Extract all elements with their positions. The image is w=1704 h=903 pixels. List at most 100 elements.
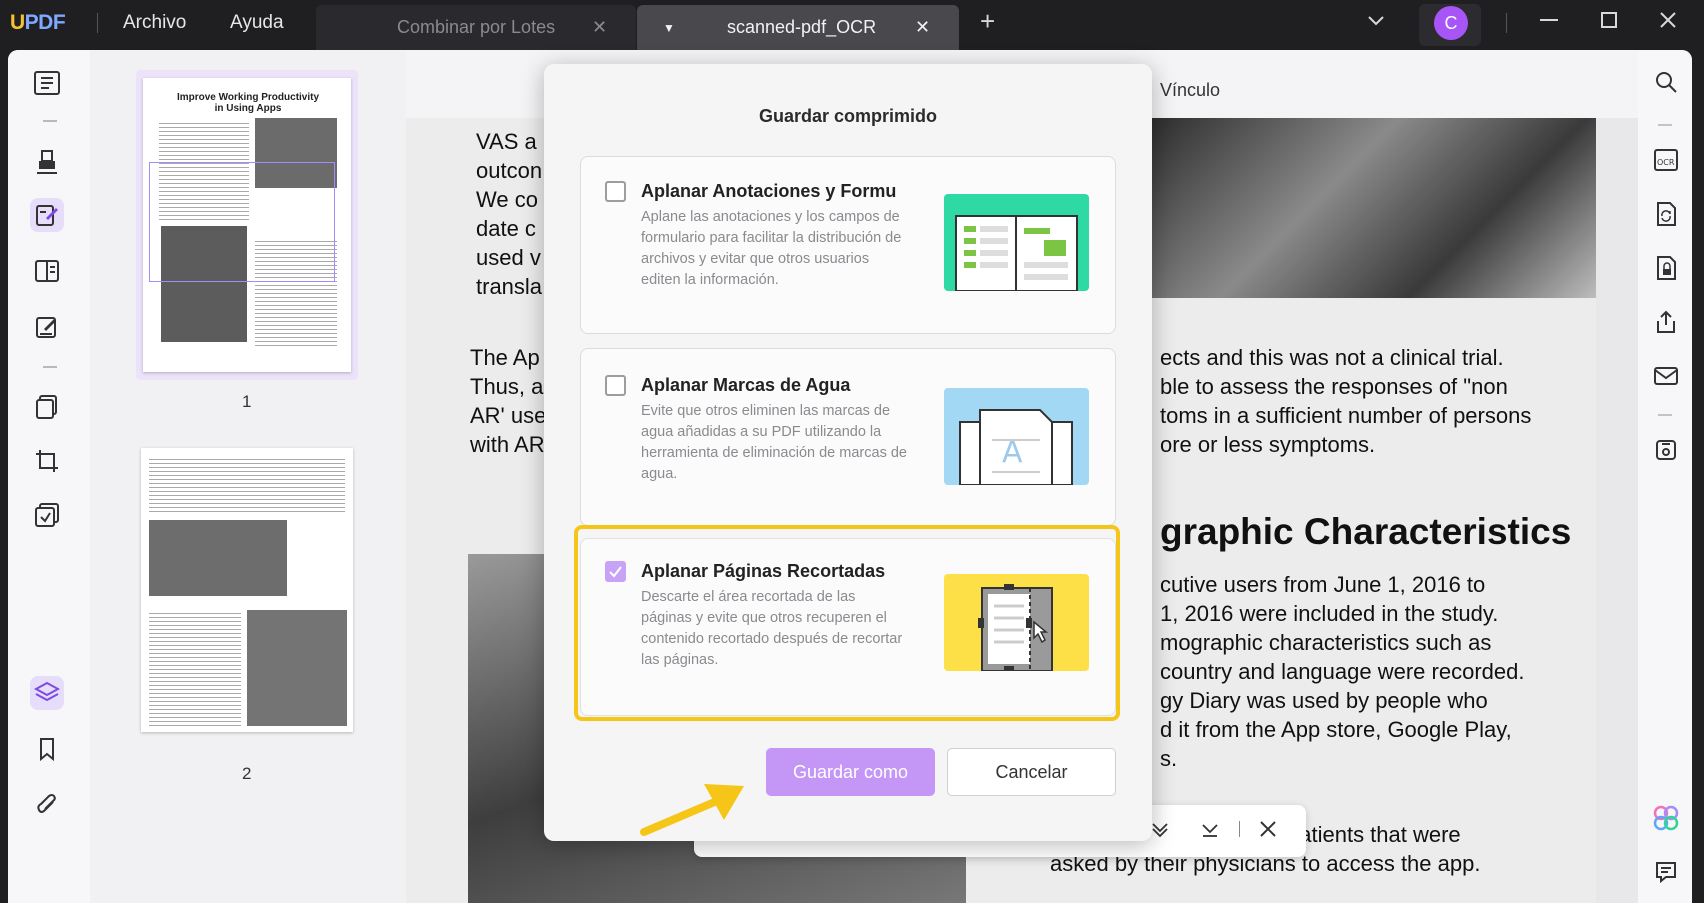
option-description: Aplane las anotaciones y los campos de f… xyxy=(641,209,902,288)
close-icon[interactable]: ✕ xyxy=(592,17,607,38)
thumbnail-page-2[interactable] xyxy=(141,448,353,732)
title-bar: UPDF Archivo Ayuda Combinar por Lotes ✕ … xyxy=(0,0,1704,50)
edit-icon[interactable] xyxy=(30,198,64,232)
updf-logo: UPDF xyxy=(10,11,66,34)
pages-icon[interactable] xyxy=(30,390,64,424)
tab-scanned-pdf-ocr[interactable]: ▼ scanned-pdf_OCR ✕ xyxy=(637,5,959,50)
right-toolbar: OCR xyxy=(1638,50,1692,903)
text-fragment: with AR xyxy=(470,432,545,457)
bookmark-icon[interactable] xyxy=(30,732,64,766)
highlighter-icon[interactable] xyxy=(30,144,64,178)
text-fragment: The Ap xyxy=(470,345,540,370)
pointer-arrow-icon xyxy=(640,784,744,836)
share-icon[interactable] xyxy=(1652,308,1680,336)
chevron-down-icon[interactable] xyxy=(1366,10,1386,36)
text-fragment: transla xyxy=(476,274,543,299)
left-toolbar xyxy=(8,50,90,903)
divider xyxy=(97,13,98,33)
close-icon[interactable] xyxy=(1258,819,1278,844)
thumbnail-text-lines xyxy=(149,456,345,514)
page-number: 1 xyxy=(242,392,252,411)
text-line: s. xyxy=(1160,746,1178,771)
close-window-icon[interactable] xyxy=(1658,10,1678,36)
text-line: gy Diary was used by people who xyxy=(1160,688,1488,713)
tab-label: Combinar por Lotes xyxy=(397,17,556,37)
thumbnail-title: Improve Working Productivity in Using Ap… xyxy=(176,92,320,114)
thumbnail-panel: Improve Working Productivity in Using Ap… xyxy=(90,50,406,903)
divider xyxy=(1658,414,1672,416)
cancel-button[interactable]: Cancelar xyxy=(947,748,1116,796)
text-line: toms in a sufficient number of persons xyxy=(1160,403,1532,428)
protect-icon[interactable] xyxy=(1652,254,1680,282)
divider xyxy=(1506,13,1507,33)
text-line: d it from the App store, Google Play, xyxy=(1160,717,1512,742)
text-fragment: outcon xyxy=(476,158,543,183)
checkbox[interactable] xyxy=(605,375,626,396)
divider xyxy=(43,366,57,368)
text-fragment: VAS a xyxy=(476,129,537,154)
new-tab-icon[interactable]: + xyxy=(980,6,995,37)
email-icon[interactable] xyxy=(1652,362,1680,390)
thumbnail-crop-box xyxy=(149,162,335,282)
text-fragment: AR' use xyxy=(470,403,547,428)
highlight-frame xyxy=(574,525,1120,721)
thumbnail-text-lines xyxy=(149,610,241,726)
thumbnail-photo xyxy=(149,520,287,596)
option-description: Evite que otros eliminen las marcas de a… xyxy=(641,403,907,482)
watermark-illustration-icon: A xyxy=(944,388,1089,485)
option-card-flatten-annotations[interactable]: Aplanar Anotaciones y Formulario Aplane … xyxy=(580,156,1116,334)
search-icon[interactable] xyxy=(1652,68,1680,96)
text-line: cutive users from June 1, 2016 to xyxy=(1160,572,1486,597)
text-line: mographic characteristics such as xyxy=(1160,630,1492,655)
checkbox[interactable] xyxy=(605,181,626,202)
comment-icon[interactable] xyxy=(1652,858,1680,886)
save-icon[interactable] xyxy=(1652,436,1680,464)
dialog-title: Guardar comprimido xyxy=(758,106,938,126)
ai-assistant-icon[interactable] xyxy=(1652,804,1680,832)
page-number: 2 xyxy=(242,764,252,783)
minimize-icon[interactable] xyxy=(1538,8,1560,36)
text-line: country and language were recorded. xyxy=(1160,659,1525,684)
dropdown-icon[interactable]: ▼ xyxy=(663,21,675,35)
maximize-icon[interactable] xyxy=(1599,10,1619,36)
divider xyxy=(1658,124,1672,126)
svg-text:OCR: OCR xyxy=(1657,158,1675,167)
organize-pages-icon[interactable] xyxy=(30,254,64,288)
text-fragment: We co xyxy=(476,187,538,212)
avatar[interactable]: C xyxy=(1434,6,1468,40)
text-fragment: date c xyxy=(476,216,536,241)
next-result-icon[interactable] xyxy=(1200,819,1220,844)
menu-archivo[interactable]: Archivo xyxy=(123,12,186,34)
attachment-icon[interactable] xyxy=(30,788,64,822)
save-as-button[interactable]: Guardar como xyxy=(766,748,935,796)
thumbnail-photo xyxy=(247,610,347,726)
form-icon[interactable] xyxy=(30,310,64,344)
ocr-icon[interactable]: OCR xyxy=(1652,146,1680,174)
save-compressed-dialog: Guardar comprimido Aplanar Anotaciones y… xyxy=(544,64,1152,841)
section-heading: graphic Characteristics xyxy=(1160,511,1572,552)
option-card-flatten-watermarks[interactable]: Aplanar Marcas de Agua Evite que otros e… xyxy=(580,348,1116,526)
tab-combinar-por-lotes[interactable]: Combinar por Lotes ✕ xyxy=(316,5,636,50)
page-photo xyxy=(1148,118,1596,298)
text-line: ble to assess the responses of "non xyxy=(1160,374,1508,399)
reader-icon[interactable] xyxy=(30,66,64,100)
close-icon[interactable]: ✕ xyxy=(915,17,930,38)
text-line: 1, 2016 were included in the study. xyxy=(1160,601,1499,626)
tab-label: scanned-pdf_OCR xyxy=(727,17,877,37)
batch-icon[interactable] xyxy=(30,498,64,532)
crop-icon[interactable] xyxy=(30,444,64,478)
text-line: ore or less symptoms. xyxy=(1160,432,1376,457)
thumbnail-page-1[interactable]: Improve Working Productivity in Using Ap… xyxy=(143,78,351,372)
layers-icon[interactable] xyxy=(30,676,64,710)
text-line: ects and this was not a clinical trial. xyxy=(1160,345,1504,370)
convert-icon[interactable] xyxy=(1652,200,1680,228)
divider xyxy=(43,120,57,122)
link-tool[interactable]: Vínculo xyxy=(1160,80,1220,101)
menu-ayuda[interactable]: Ayuda xyxy=(230,12,284,34)
option-title: Aplanar Anotaciones y Formulario xyxy=(641,181,897,201)
text-fragment: Thus, a xyxy=(470,374,544,399)
chevron-down-icon[interactable] xyxy=(1150,819,1170,844)
text-fragment: used v xyxy=(476,245,541,270)
annotations-illustration-icon xyxy=(944,194,1089,291)
divider xyxy=(1239,821,1240,837)
